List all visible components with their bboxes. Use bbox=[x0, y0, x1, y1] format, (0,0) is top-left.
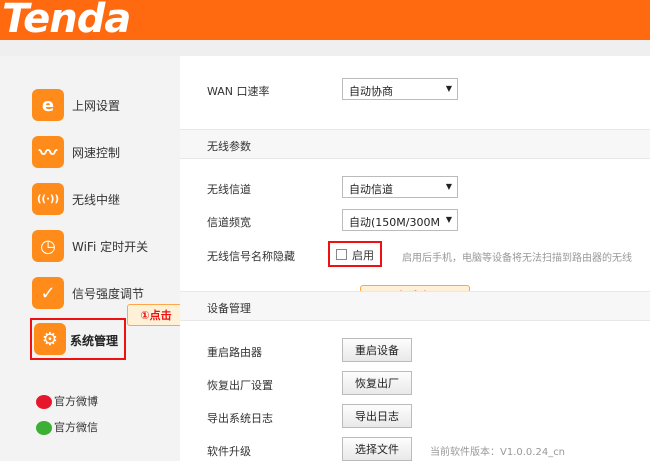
channel-bandwidth-label: 信道频宽 bbox=[207, 216, 251, 229]
main-content: WAN 口速率 自动协商 ▼ 无线参数 无线信道 自动信道 ▼ 信道频宽 自动(15… bbox=[180, 56, 650, 461]
chevron-down-icon: ▼ bbox=[445, 84, 452, 93]
hide-ssid-label: 无线信号名称隐藏 bbox=[207, 250, 295, 263]
wireless-channel-select[interactable]: 自动信道 ▼ bbox=[342, 176, 458, 198]
sidebar-item-label: 上网设置 bbox=[72, 99, 121, 113]
wireless-section-header: 无线参数 bbox=[180, 129, 650, 159]
wireless-channel-value: 自动信道 bbox=[349, 183, 393, 196]
sidebar-item-label: 信号强度调节 bbox=[72, 287, 145, 301]
factory-reset-label: 恢复出厂设置 bbox=[207, 379, 273, 392]
wireless-channel-label: 无线信道 bbox=[207, 183, 251, 196]
chevron-down-icon: ▼ bbox=[445, 215, 452, 224]
sidebar: e 上网设置 〰 网速控制 ((·)) 无线中继 ◷ WiFi 定时开关 ✓ 信… bbox=[0, 56, 180, 461]
chevron-down-icon: ▼ bbox=[445, 182, 452, 191]
official-weibo-label: 官方微博 bbox=[54, 395, 98, 408]
device-section-title: 设备管理 bbox=[207, 302, 251, 315]
signal-strength-icon: ✓ bbox=[32, 277, 64, 309]
channel-bandwidth-select[interactable]: 自动(150M/300M ▼ bbox=[342, 209, 458, 231]
firmware-version-text: 当前软件版本：V1.0.0.24_cn bbox=[430, 447, 566, 458]
device-section-header: 设备管理 bbox=[180, 291, 650, 321]
sidebar-item-label: 网速控制 bbox=[72, 146, 121, 160]
wifi-timer-icon: ◷ bbox=[32, 230, 64, 262]
hide-ssid-enable-label[interactable]: 启用 bbox=[352, 247, 374, 263]
internet-icon: e bbox=[32, 89, 64, 121]
sidebar-item-system-management[interactable]: ⚙ 系统管理 bbox=[30, 318, 126, 360]
firmware-upgrade-label: 软件升级 bbox=[207, 445, 251, 458]
wan-speed-label: WAN 口速率 bbox=[207, 85, 270, 98]
reboot-label: 重启路由器 bbox=[207, 346, 262, 359]
choose-file-button[interactable]: 选择文件 bbox=[342, 437, 412, 461]
hide-ssid-hint: 启用后手机，电脑等设备将无法扫描到路由器的无线 bbox=[402, 253, 632, 264]
factory-reset-button[interactable]: 恢复出厂 bbox=[342, 371, 412, 395]
weibo-icon bbox=[36, 395, 52, 409]
official-wechat-link[interactable]: 官方微信 bbox=[36, 419, 98, 435]
official-wechat-label: 官方微信 bbox=[54, 421, 98, 434]
header-bar: Tenda bbox=[0, 0, 650, 40]
export-log-button[interactable]: 导出日志 bbox=[342, 404, 412, 428]
sidebar-item-label: 无线中继 bbox=[72, 193, 121, 207]
sidebar-item-wifi-timer[interactable]: ◷ WiFi 定时开关 bbox=[32, 230, 172, 266]
wan-speed-value: 自动协商 bbox=[349, 85, 393, 98]
hide-ssid-highlight: 启用 bbox=[328, 241, 382, 267]
header-separator bbox=[0, 40, 650, 56]
sidebar-item-wireless-relay[interactable]: ((·)) 无线中继 bbox=[32, 183, 172, 219]
wechat-icon bbox=[36, 421, 52, 435]
sidebar-item-internet[interactable]: e 上网设置 bbox=[32, 89, 172, 125]
click-annotation: ①点击 bbox=[127, 304, 185, 326]
wireless-relay-icon: ((·)) bbox=[32, 183, 64, 215]
wan-speed-select[interactable]: 自动协商 ▼ bbox=[342, 78, 458, 100]
system-settings-icon: ⚙ bbox=[34, 323, 66, 355]
channel-bandwidth-value: 自动(150M/300M bbox=[349, 216, 440, 229]
sidebar-item-speed-control[interactable]: 〰 网速控制 bbox=[32, 136, 172, 172]
official-weibo-link[interactable]: 官方微博 bbox=[36, 393, 98, 409]
sidebar-item-label: 系统管理 bbox=[70, 334, 119, 348]
export-log-label: 导出系统日志 bbox=[207, 412, 273, 425]
reboot-button[interactable]: 重启设备 bbox=[342, 338, 412, 362]
brand-logo: Tenda bbox=[2, 0, 131, 40]
speed-control-icon: 〰 bbox=[32, 136, 64, 168]
wireless-section-title: 无线参数 bbox=[207, 140, 251, 153]
sidebar-item-label: WiFi 定时开关 bbox=[72, 240, 149, 254]
hide-ssid-checkbox[interactable] bbox=[336, 249, 347, 260]
